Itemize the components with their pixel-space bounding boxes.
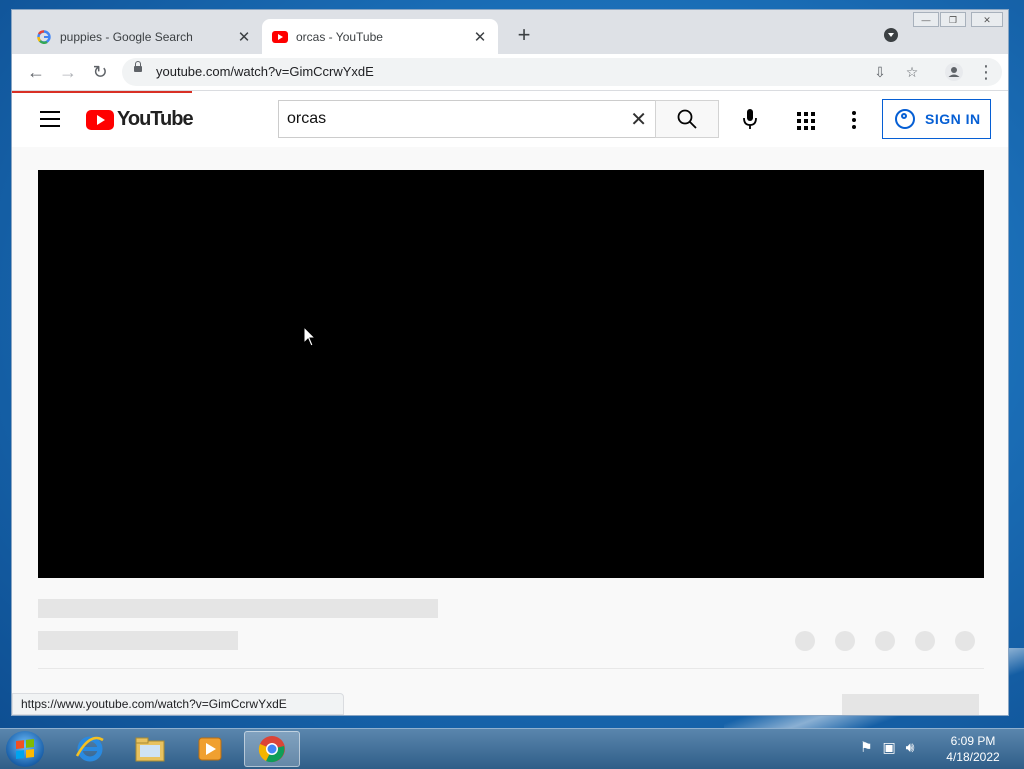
youtube-header: YouTube ✕ SIGN IN bbox=[12, 93, 1008, 147]
restore-button[interactable]: ❐ bbox=[940, 12, 966, 27]
search-button[interactable] bbox=[655, 100, 719, 138]
clock-date: 4/18/2022 bbox=[946, 750, 1000, 764]
tab-title: orcas - YouTube bbox=[296, 29, 383, 44]
lock-icon bbox=[134, 61, 142, 72]
media-player-icon[interactable] bbox=[182, 731, 238, 767]
mouse-cursor-icon bbox=[303, 326, 317, 347]
clock-time: 6:09 PM bbox=[950, 734, 996, 748]
clear-search-icon[interactable]: ✕ bbox=[630, 107, 647, 132]
close-tab-icon[interactable]: ✕ bbox=[472, 28, 488, 46]
system-tray: ⚑ ▣ 🔊︎ bbox=[860, 739, 914, 756]
close-tab-icon[interactable]: ✕ bbox=[236, 28, 252, 46]
apps-grid-icon[interactable] bbox=[797, 112, 815, 130]
microphone-icon bbox=[743, 109, 757, 129]
voice-search-button[interactable] bbox=[734, 103, 766, 135]
channel-placeholder bbox=[38, 631, 238, 650]
tab-title: puppies - Google Search bbox=[60, 29, 193, 44]
settings-kebab-icon[interactable] bbox=[852, 111, 856, 132]
chrome-icon[interactable] bbox=[244, 731, 300, 767]
sign-in-label: SIGN IN bbox=[925, 111, 981, 127]
menu-icon[interactable]: ⋮ bbox=[974, 60, 998, 84]
google-icon bbox=[36, 29, 52, 45]
action-placeholder bbox=[955, 631, 975, 651]
search-icon bbox=[677, 109, 697, 129]
network-icon[interactable]: ▣ bbox=[882, 739, 895, 755]
logo-text: YouTube bbox=[117, 108, 194, 130]
youtube-play-icon bbox=[86, 109, 114, 130]
back-icon[interactable]: ← bbox=[24, 60, 48, 84]
browser-window: puppies - Google Search ✕ orcas - YouTub… bbox=[11, 9, 1009, 716]
address-bar[interactable]: youtube.com/watch?v=GimCcrwYxdE ⇩ ☆ bbox=[122, 58, 1002, 86]
action-center-flag-icon[interactable]: ⚑ bbox=[860, 739, 873, 755]
video-player[interactable] bbox=[38, 170, 984, 578]
internet-explorer-icon[interactable] bbox=[62, 731, 118, 767]
sign-in-button[interactable]: SIGN IN bbox=[882, 99, 991, 139]
profile-icon[interactable] bbox=[942, 60, 966, 84]
hamburger-menu-icon[interactable] bbox=[40, 111, 60, 127]
install-icon[interactable]: ⇩ bbox=[870, 62, 890, 82]
action-placeholder bbox=[875, 631, 895, 651]
taskbar: ⚑ ▣ 🔊︎ 6:09 PM 4/18/2022 bbox=[0, 728, 1024, 769]
url-text[interactable]: youtube.com/watch?v=GimCcrwYxdE bbox=[156, 64, 374, 79]
volume-icon[interactable]: 🔊︎ bbox=[906, 739, 915, 755]
windows-logo-icon bbox=[16, 739, 34, 759]
youtube-icon bbox=[272, 29, 288, 45]
search-input[interactable] bbox=[285, 109, 609, 129]
tab-youtube[interactable]: orcas - YouTube ✕ bbox=[262, 19, 498, 54]
reload-icon[interactable]: ↻ bbox=[88, 60, 112, 84]
close-window-button[interactable]: ✕ bbox=[971, 12, 1003, 27]
forward-icon[interactable]: → bbox=[56, 60, 80, 84]
system-clock[interactable]: 6:09 PM 4/18/2022 bbox=[930, 733, 1016, 765]
tab-strip: puppies - Google Search ✕ orcas - YouTub… bbox=[12, 10, 1008, 54]
file-explorer-icon[interactable] bbox=[122, 731, 178, 767]
tab-search-icon[interactable] bbox=[884, 28, 898, 42]
title-placeholder bbox=[38, 599, 438, 618]
new-tab-button[interactable]: + bbox=[512, 24, 536, 48]
search-box: ✕ bbox=[278, 100, 656, 138]
start-button[interactable] bbox=[6, 731, 44, 767]
subscribe-placeholder bbox=[842, 694, 979, 715]
minimize-button[interactable]: — bbox=[913, 12, 939, 27]
status-bar: https://www.youtube.com/watch?v=GimCcrwY… bbox=[12, 693, 344, 715]
youtube-logo[interactable]: YouTube bbox=[86, 108, 194, 131]
action-placeholder bbox=[915, 631, 935, 651]
star-icon[interactable]: ☆ bbox=[902, 62, 922, 82]
action-placeholder bbox=[795, 631, 815, 651]
account-icon bbox=[895, 109, 915, 129]
tab-google-search[interactable]: puppies - Google Search ✕ bbox=[26, 19, 262, 54]
divider bbox=[38, 668, 984, 669]
action-placeholder bbox=[835, 631, 855, 651]
browser-toolbar: ← → ↻ youtube.com/watch?v=GimCcrwYxdE ⇩ … bbox=[12, 54, 1008, 91]
